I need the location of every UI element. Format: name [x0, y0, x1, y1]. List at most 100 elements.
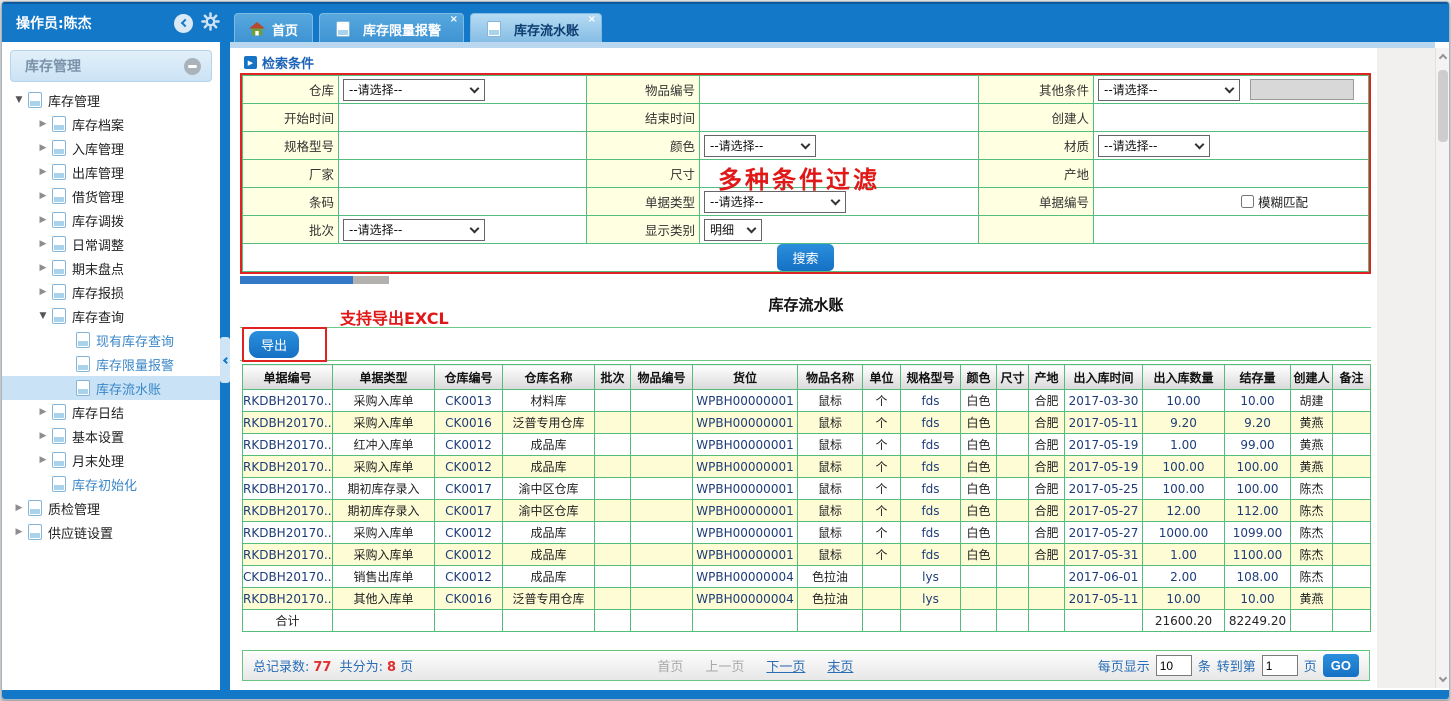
- chevron-down-icon: [1225, 83, 1235, 93]
- total-pages-label: 共分为:: [340, 660, 383, 675]
- table-row[interactable]: RKDBH20170...采购入库单CK0012成品库WPBH00000001鼠…: [243, 544, 1371, 566]
- sidebar-splitter[interactable]: [220, 42, 230, 690]
- expand-arrow-icon[interactable]: ▶: [36, 119, 50, 129]
- total-cell: [333, 610, 435, 632]
- close-icon[interactable]: ×: [450, 15, 458, 25]
- form-text-input[interactable]: [1098, 192, 1241, 212]
- tree-item[interactable]: ▶库存日结: [2, 400, 220, 424]
- form-select[interactable]: --请选择--: [343, 219, 485, 241]
- expand-arrow-icon[interactable]: ▶: [36, 455, 50, 465]
- tree-item[interactable]: ▼库存管理: [2, 88, 220, 112]
- form-field-label: 条码: [243, 188, 339, 216]
- vscroll-thumb[interactable]: [1438, 70, 1448, 142]
- form-select[interactable]: --请选择--: [1098, 135, 1210, 157]
- table-row[interactable]: RKDBH20170...采购入库单CK0012成品库WPBH00000001鼠…: [243, 456, 1371, 478]
- expand-arrow-icon[interactable]: ▶: [36, 263, 50, 273]
- expand-arrow-icon[interactable]: ▶: [36, 215, 50, 225]
- vertical-scrollbar[interactable]: [1435, 48, 1449, 688]
- tree-item[interactable]: 现有库存查询: [2, 328, 220, 352]
- scroll-up-icon[interactable]: [1436, 48, 1449, 64]
- form-text-input[interactable]: [343, 192, 582, 212]
- form-select[interactable]: --请选择--: [1098, 79, 1240, 101]
- collapse-arrow-icon[interactable]: ▼: [12, 95, 26, 105]
- next-page-link[interactable]: 下一页: [766, 656, 805, 675]
- table-row[interactable]: RKDBH20170...采购入库单CK0013材料库WPBH00000001鼠…: [243, 390, 1371, 412]
- tab[interactable]: 库存流水账×: [470, 13, 602, 44]
- tree-item[interactable]: ▶入库管理: [2, 136, 220, 160]
- table-row[interactable]: RKDBH20170...红冲入库单CK0012成品库WPBH00000001鼠…: [243, 434, 1371, 456]
- form-select[interactable]: 明细: [704, 219, 762, 241]
- tree-item[interactable]: 库存流水账: [2, 376, 220, 400]
- form-text-input[interactable]: [704, 80, 974, 100]
- tree-item[interactable]: ▶基本设置: [2, 424, 220, 448]
- back-icon[interactable]: [174, 14, 193, 33]
- table-row[interactable]: RKDBH20170...其他入库单CK0016泛普专用仓库WPBH000000…: [243, 588, 1371, 610]
- horizontal-scrollbar[interactable]: [240, 276, 1371, 284]
- table-row[interactable]: RKDBH20170...采购入库单CK0012成品库WPBH00000001鼠…: [243, 522, 1371, 544]
- form-text-input[interactable]: [1098, 108, 1364, 128]
- expand-arrow-icon[interactable]: ▶: [12, 527, 26, 537]
- table-cell: 采购入库单: [333, 544, 435, 566]
- tree-item[interactable]: ▶借货管理: [2, 184, 220, 208]
- form-text-input[interactable]: [704, 108, 974, 128]
- table-row[interactable]: CKDBH20170...销售出库单CK0012成品库WPBH00000004色…: [243, 566, 1371, 588]
- table-cell: [631, 434, 693, 456]
- expand-arrow-icon[interactable]: ▶: [36, 191, 50, 201]
- table-cell: 采购入库单: [333, 390, 435, 412]
- search-button[interactable]: 搜索: [777, 244, 833, 271]
- form-text-input[interactable]: [1098, 164, 1364, 184]
- sidebar-panel-header[interactable]: 库存管理: [10, 50, 212, 82]
- tree-item[interactable]: ▶库存档案: [2, 112, 220, 136]
- form-text-input[interactable]: [343, 164, 582, 184]
- splitter-handle[interactable]: [220, 337, 230, 383]
- tab[interactable]: 首页: [234, 13, 313, 44]
- go-button[interactable]: GO: [1323, 654, 1359, 677]
- tree-item[interactable]: 库存限量报警: [2, 352, 220, 376]
- tree-item[interactable]: 库存初始化: [2, 472, 220, 496]
- table-row[interactable]: RKDBH20170...期初库存录入CK0017渝中区仓库WPBH000000…: [243, 500, 1371, 522]
- document-icon: [487, 21, 501, 37]
- tree-item[interactable]: ▶日常调整: [2, 232, 220, 256]
- table-cell: fds: [901, 412, 961, 434]
- form-select[interactable]: --请选择--: [704, 135, 816, 157]
- hscroll-thumb[interactable]: [240, 276, 353, 284]
- tree-item[interactable]: ▶ 供应链设置: [2, 520, 220, 544]
- collapse-minus-icon[interactable]: [184, 58, 201, 75]
- scroll-down-icon[interactable]: [1436, 672, 1449, 688]
- tree-item[interactable]: ▼库存查询: [2, 304, 220, 328]
- expand-arrow-icon[interactable]: ▶: [36, 143, 50, 153]
- expand-arrow-icon[interactable]: ▶: [36, 239, 50, 249]
- tree-item[interactable]: ▶期末盘点: [2, 256, 220, 280]
- expand-arrow-icon[interactable]: ▶: [36, 431, 50, 441]
- per-page-input[interactable]: [1156, 655, 1192, 676]
- tab[interactable]: 库存限量报警×: [319, 13, 464, 44]
- tree-item[interactable]: ▶库存报损: [2, 280, 220, 304]
- collapse-arrow-icon[interactable]: ▼: [36, 311, 50, 321]
- total-cell: [631, 610, 693, 632]
- tree-item[interactable]: ▶库存调拨: [2, 208, 220, 232]
- table-cell: 白色: [961, 412, 997, 434]
- last-page-link[interactable]: 末页: [827, 656, 853, 675]
- fuzzy-match-option[interactable]: 模糊匹配: [1241, 192, 1308, 211]
- expand-arrow-icon[interactable]: ▶: [36, 287, 50, 297]
- tree-item-label: 供应链设置: [48, 523, 113, 542]
- expand-arrow-icon[interactable]: ▶: [12, 503, 26, 513]
- tree-item[interactable]: ▶质检管理: [2, 496, 220, 520]
- expand-arrow-icon[interactable]: ▶: [36, 407, 50, 417]
- form-select[interactable]: --请选择--: [343, 79, 485, 101]
- export-button[interactable]: 导出: [249, 331, 299, 358]
- expand-arrow-icon[interactable]: ▶: [36, 167, 50, 177]
- table-row[interactable]: RKDBH20170...采购入库单CK0016泛普专用仓库WPBH000000…: [243, 412, 1371, 434]
- tree-item[interactable]: ▶出库管理: [2, 160, 220, 184]
- goto-page-input[interactable]: [1262, 655, 1298, 676]
- form-text-input[interactable]: [343, 136, 582, 156]
- tree-item[interactable]: ▶月末处理: [2, 448, 220, 472]
- table-row[interactable]: RKDBH20170...期初库存录入CK0017渝中区仓库WPBH000000…: [243, 478, 1371, 500]
- main-content: ▶ 检索条件 仓库--请选择--物品编号其他条件--请选择--开始时间结束时间创…: [230, 48, 1435, 688]
- search-section-header[interactable]: ▶ 检索条件: [244, 53, 314, 72]
- table-cell: 9.20: [1143, 412, 1225, 434]
- fuzzy-match-checkbox[interactable]: [1241, 195, 1254, 208]
- close-icon[interactable]: ×: [588, 15, 596, 25]
- settings-gear-icon[interactable]: [201, 12, 220, 35]
- form-text-input[interactable]: [343, 108, 582, 128]
